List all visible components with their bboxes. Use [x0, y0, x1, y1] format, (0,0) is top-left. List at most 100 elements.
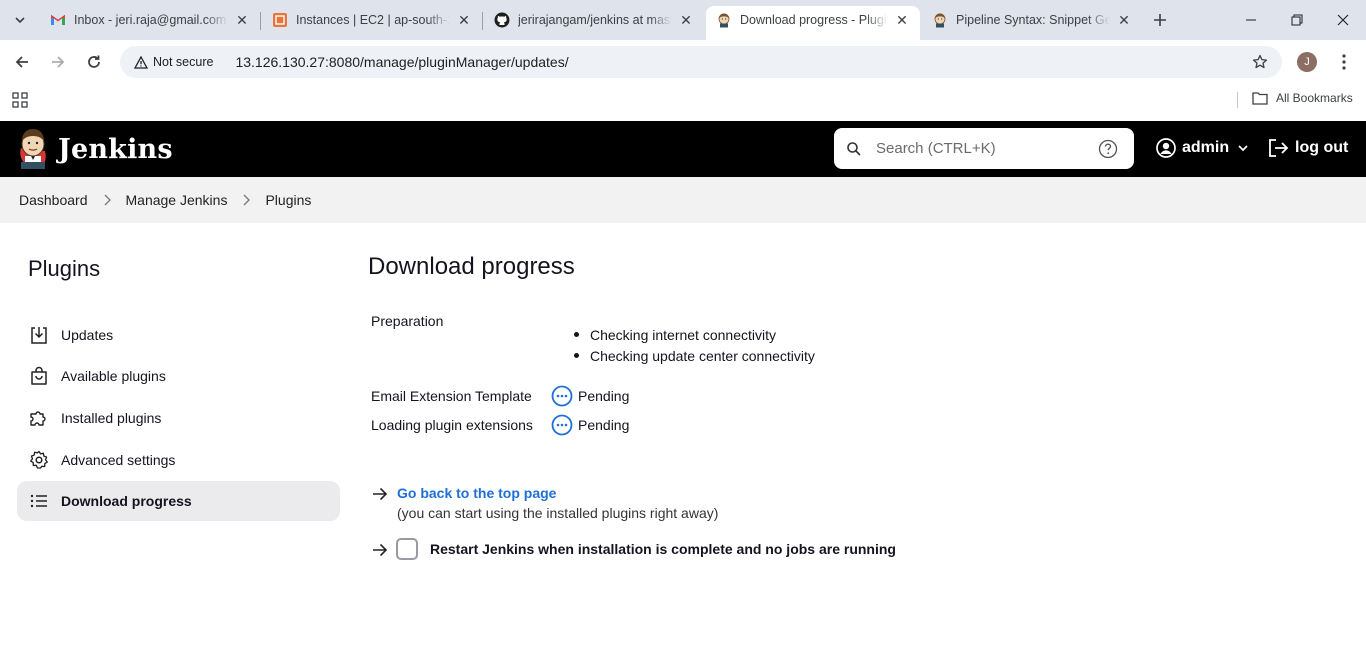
job-row: Loading plugin extensions Pending [371, 413, 629, 437]
user-icon [1156, 138, 1176, 158]
url-text[interactable]: 13.126.130.27:8080/manage/pluginManager/… [235, 54, 568, 70]
chevron-down-icon [15, 17, 25, 24]
user-name: admin [1182, 139, 1230, 156]
sidebar-item-advanced-settings[interactable]: Advanced settings [17, 440, 340, 480]
gmail-icon [50, 12, 66, 28]
breadcrumb: Dashboard Manage Jenkins Plugins [0, 177, 1366, 223]
arrow-right-icon [371, 485, 388, 502]
tab-title: Instances | EC2 | ap-south-1 [296, 13, 450, 27]
address-bar[interactable]: Not secure 13.126.130.27:8080/manage/plu… [120, 46, 1282, 78]
back-link-block: Go back to the top page (you can start u… [397, 484, 718, 524]
jenkins-header: Jenkins admin log out [0, 121, 1366, 177]
arrow-right-icon [52, 56, 65, 68]
browser-tab-download-progress[interactable]: Download progress - Plugins ✕ [706, 6, 920, 40]
list-item: Checking update center connectivity [574, 347, 815, 368]
list-icon [29, 491, 49, 511]
search-icon [847, 141, 861, 156]
close-icon[interactable]: ✕ [1116, 12, 1132, 28]
warning-icon [134, 55, 148, 69]
puzzle-icon [29, 408, 49, 428]
help-icon[interactable] [1098, 139, 1118, 159]
close-icon[interactable]: ✕ [456, 12, 472, 28]
jenkins-icon [716, 12, 732, 28]
sidebar-item-label: Download progress [61, 493, 192, 509]
breadcrumb-manage-jenkins[interactable]: Manage Jenkins [126, 192, 228, 208]
sidebar-item-installed-plugins[interactable]: Installed plugins [17, 398, 340, 438]
browser-tab-aws[interactable]: Instances | EC2 | ap-south-1 ✕ [262, 6, 482, 34]
browser-tab-github[interactable]: jerirajangam/jenkins at master ✕ [484, 6, 704, 34]
new-tab-button[interactable] [1148, 8, 1172, 32]
logout-link[interactable]: log out [1267, 138, 1348, 158]
download-icon [29, 325, 49, 345]
pending-icon [551, 385, 573, 407]
all-bookmarks-button[interactable]: All Bookmarks [1252, 91, 1353, 105]
browser-menu-button[interactable] [1334, 50, 1354, 74]
security-chip[interactable]: Not secure [128, 50, 221, 74]
sidebar-item-label: Available plugins [61, 368, 166, 384]
bookmark-star-button[interactable] [1248, 50, 1272, 74]
breadcrumb-dashboard[interactable]: Dashboard [19, 192, 88, 208]
apps-grid-icon[interactable] [12, 92, 28, 108]
back-link-row: Go back to the top page (you can start u… [371, 484, 718, 524]
job-status: Pending [578, 388, 630, 404]
job-row: Email Extension Template Pending [371, 384, 629, 408]
pending-icon [551, 414, 573, 436]
back-link-hint: (you can start using the installed plugi… [397, 505, 719, 521]
tab-divider [482, 12, 483, 30]
forward-button[interactable] [44, 48, 72, 76]
job-name: Email Extension Template [371, 388, 532, 404]
arrow-left-icon [15, 56, 28, 68]
gear-icon [29, 450, 49, 470]
jenkins-logo-icon [20, 129, 46, 169]
star-icon [1252, 54, 1268, 69]
arrow-right-icon [371, 541, 388, 558]
bookmarks-divider [1237, 92, 1238, 108]
browser-tabstrip: Inbox - jeri.raja@gmail.com ✕ Instances … [0, 0, 1366, 40]
user-menu[interactable]: admin [1156, 138, 1249, 158]
sidebar-item-label: Advanced settings [61, 452, 176, 468]
chevron-right-icon [241, 194, 251, 206]
preparation-label: Preparation [371, 313, 444, 329]
tab-title: Inbox - jeri.raja@gmail.com [74, 13, 227, 27]
jenkins-home-link[interactable]: Jenkins [16, 128, 173, 170]
list-item: Checking internet connectivity [574, 326, 815, 347]
restore-icon [1291, 14, 1303, 26]
restore-button[interactable] [1274, 0, 1320, 40]
profile-avatar[interactable]: J [1297, 52, 1317, 72]
aws-icon [272, 12, 288, 28]
shopping-bag-icon [29, 366, 49, 386]
close-icon[interactable]: ✕ [234, 12, 250, 28]
reload-button[interactable] [80, 48, 108, 76]
breadcrumb-plugins[interactable]: Plugins [265, 192, 311, 208]
tab-divider [260, 12, 261, 30]
tab-search-button[interactable] [8, 8, 32, 32]
sidebar-item-updates[interactable]: Updates [17, 315, 340, 355]
browser-tab-pipeline-syntax[interactable]: Pipeline Syntax: Snippet Generator ✕ [922, 6, 1142, 34]
chevron-down-icon [1238, 145, 1248, 152]
sidebar-item-label: Updates [61, 327, 114, 343]
close-icon[interactable]: ✕ [894, 12, 910, 28]
browser-tab-gmail[interactable]: Inbox - jeri.raja@gmail.com ✕ [40, 6, 260, 34]
restart-checkbox[interactable] [396, 538, 418, 560]
page-title: Download progress [368, 253, 575, 280]
logout-label: log out [1295, 139, 1349, 156]
close-icon [1337, 14, 1349, 26]
sidebar-title: Plugins [28, 256, 101, 281]
tab-title: Download progress - Plugins [740, 13, 888, 27]
jenkins-search-box[interactable] [834, 128, 1134, 169]
window-close-button[interactable] [1320, 0, 1366, 40]
close-icon[interactable]: ✕ [678, 12, 694, 28]
go-back-top-link[interactable]: Go back to the top page [397, 484, 718, 502]
back-button[interactable] [8, 48, 36, 76]
chevron-right-icon [102, 194, 112, 206]
job-name: Loading plugin extensions [371, 417, 533, 433]
all-bookmarks-label: All Bookmarks [1276, 91, 1353, 105]
minimize-button[interactable] [1228, 0, 1274, 40]
sidebar-item-download-progress[interactable]: Download progress [17, 481, 340, 521]
logout-icon [1269, 139, 1289, 157]
jenkins-icon [932, 12, 948, 28]
restart-label[interactable]: Restart Jenkins when installation is com… [430, 541, 896, 557]
search-input[interactable] [876, 140, 1094, 157]
sidebar-item-available-plugins[interactable]: Available plugins [17, 356, 340, 396]
jenkins-brand: Jenkins [58, 133, 173, 165]
